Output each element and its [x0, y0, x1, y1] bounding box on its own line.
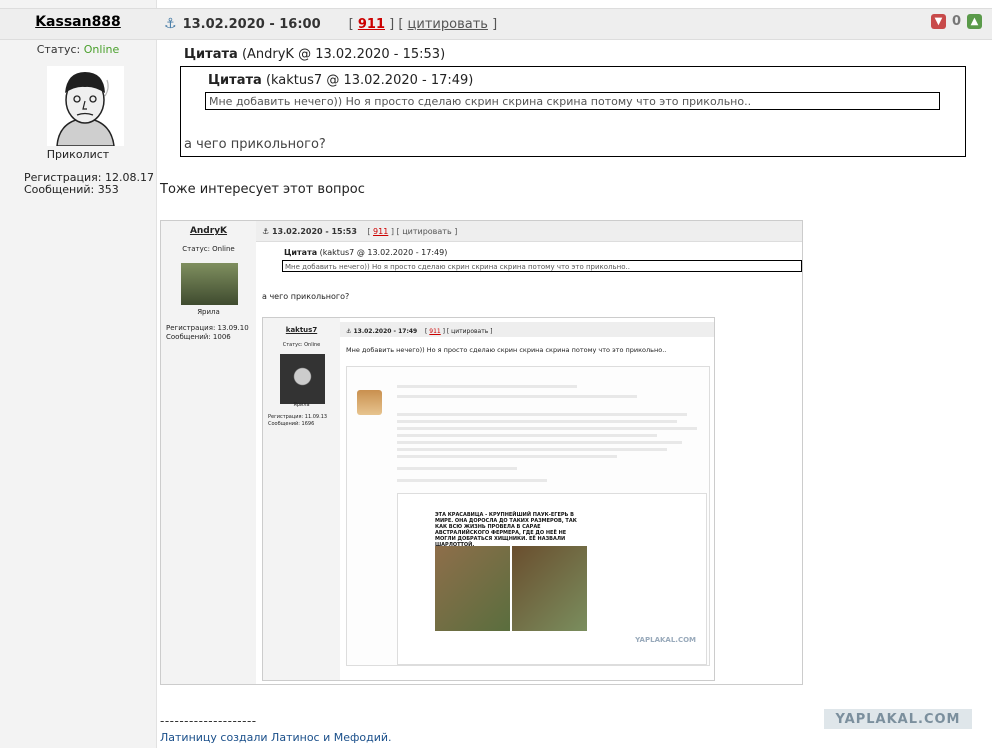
rating-value: 0 [951, 14, 961, 29]
spider-caption: ЭТА КРАСАВИЦА - КРУПНЕЙШИЙ ПАУК-ЕГЕРЬ В … [435, 512, 587, 548]
deep-nested-screenshot: ЭТА КРАСАВИЦА - КРУПНЕЙШИЙ ПАУК-ЕГЕРЬ В … [346, 366, 710, 666]
nested-screenshot-rank: Ярила [293, 402, 310, 408]
nested-screenshot-username: kaktus7 [285, 326, 318, 334]
quote-button[interactable]: цитировать [408, 17, 488, 32]
spider-photo [512, 546, 587, 631]
quote-text: а чего прикольного? [184, 137, 326, 152]
spider-photo [435, 546, 510, 631]
screenshot-registration: Регистрация: 13.09.10 Сообщений: 1006 [166, 324, 249, 341]
screenshot-status: Статус: Online [182, 245, 235, 253]
nested-screenshot-registration: Регистрация: 11.09.13 Сообщений: 1696 [268, 414, 328, 427]
avatar-doomer-icon [47, 66, 124, 147]
signature-separator: -------------------- [160, 714, 257, 728]
post-meta: ⚓ 13.02.2020 - 16:00 [ 911 ] [ цитироват… [164, 16, 498, 32]
online-badge: Online [83, 43, 120, 56]
screenshot-post-text: а чего прикольного? [262, 292, 350, 301]
blurred-text-line [397, 441, 682, 444]
quote-header: Цитата (AndryK @ 13.02.2020 - 15:53) [184, 47, 446, 62]
nested-screenshot-text: Мне добавить нечего)) Но я просто сделаю… [346, 346, 667, 354]
screenshot-avatar [181, 263, 238, 305]
blurred-text-line [397, 427, 697, 430]
blurred-text-line [397, 420, 677, 423]
screenshot-meta: ⚓ 13.02.2020 - 15:53 [ 911 ] [ цитироват… [262, 227, 458, 236]
screenshot-username: AndryK [189, 226, 228, 236]
forum-post: Kassan888 Статус: Online Приколист Регис… [0, 0, 992, 748]
thumb-up-icon[interactable]: ▲ [967, 14, 982, 29]
nested-quote-block: Мне добавить нечего)) Но я просто сделаю… [205, 92, 940, 110]
post-rating: ▼ 0 ▲ [930, 14, 982, 29]
spider-post: ЭТА КРАСАВИЦА - КРУПНЕЙШИЙ ПАУК-ЕГЕРЬ В … [397, 493, 707, 665]
blurred-text-line [397, 455, 617, 458]
blurred-text-line [397, 395, 637, 398]
screenshot-quote-header: Цитата (kaktus7 @ 13.02.2020 - 17:49) [284, 248, 448, 257]
blurred-text-line [397, 448, 667, 451]
post-number-link[interactable]: 911 [358, 17, 385, 32]
anchor-icon[interactable]: ⚓ [164, 16, 177, 32]
post-reply-text: Тоже интересует этот вопрос [160, 182, 365, 197]
blurred-text-line [397, 467, 517, 470]
post-datetime: 13.02.2020 - 16:00 [182, 16, 321, 32]
screenshot-rank: Ярила [197, 308, 220, 316]
owl-avatar [280, 354, 325, 404]
nested-anchor-icon: ⚓ [346, 328, 352, 335]
nested-screenshot: kaktus7 Статус: Online Ярила Регистрация… [262, 317, 715, 681]
nested-watermark: YAPLAKAL.COM [635, 636, 696, 644]
screenshot-quote-block: Мне добавить нечего)) Но я просто сделаю… [282, 260, 802, 272]
blurred-text-line [397, 479, 547, 482]
nested-screenshot-meta: ⚓ 13.02.2020 - 17:49 [ 911 ] [ цитироват… [346, 328, 493, 335]
embedded-screenshot[interactable]: AndryK Статус: Online Ярила Регистрация:… [160, 220, 803, 685]
author-rank: Приколист [46, 148, 110, 161]
thumb-down-icon[interactable]: ▼ [930, 14, 946, 29]
author-username[interactable]: Kassan888 [0, 14, 156, 30]
nested-quote-header: Цитата (kaktus7 @ 13.02.2020 - 17:49) [208, 73, 474, 88]
screenshot-header [161, 221, 802, 242]
site-watermark: YAPLAKAL.COM [824, 709, 972, 729]
author-registration: Регистрация: 12.08.17 Сообщений: 353 [24, 171, 154, 196]
author-avatar[interactable] [47, 66, 124, 147]
blurred-text-line [397, 413, 687, 416]
cat-avatar [357, 390, 382, 415]
nested-screenshot-status: Статус: Online [282, 342, 321, 348]
author-status: Статус: Online [36, 43, 120, 56]
blurred-text-line [397, 385, 577, 388]
screenshot-anchor-icon: ⚓ [262, 227, 270, 236]
signature-text: Латиницу создали Латинос и Мефодий. [160, 731, 392, 744]
blurred-text-line [397, 434, 657, 437]
